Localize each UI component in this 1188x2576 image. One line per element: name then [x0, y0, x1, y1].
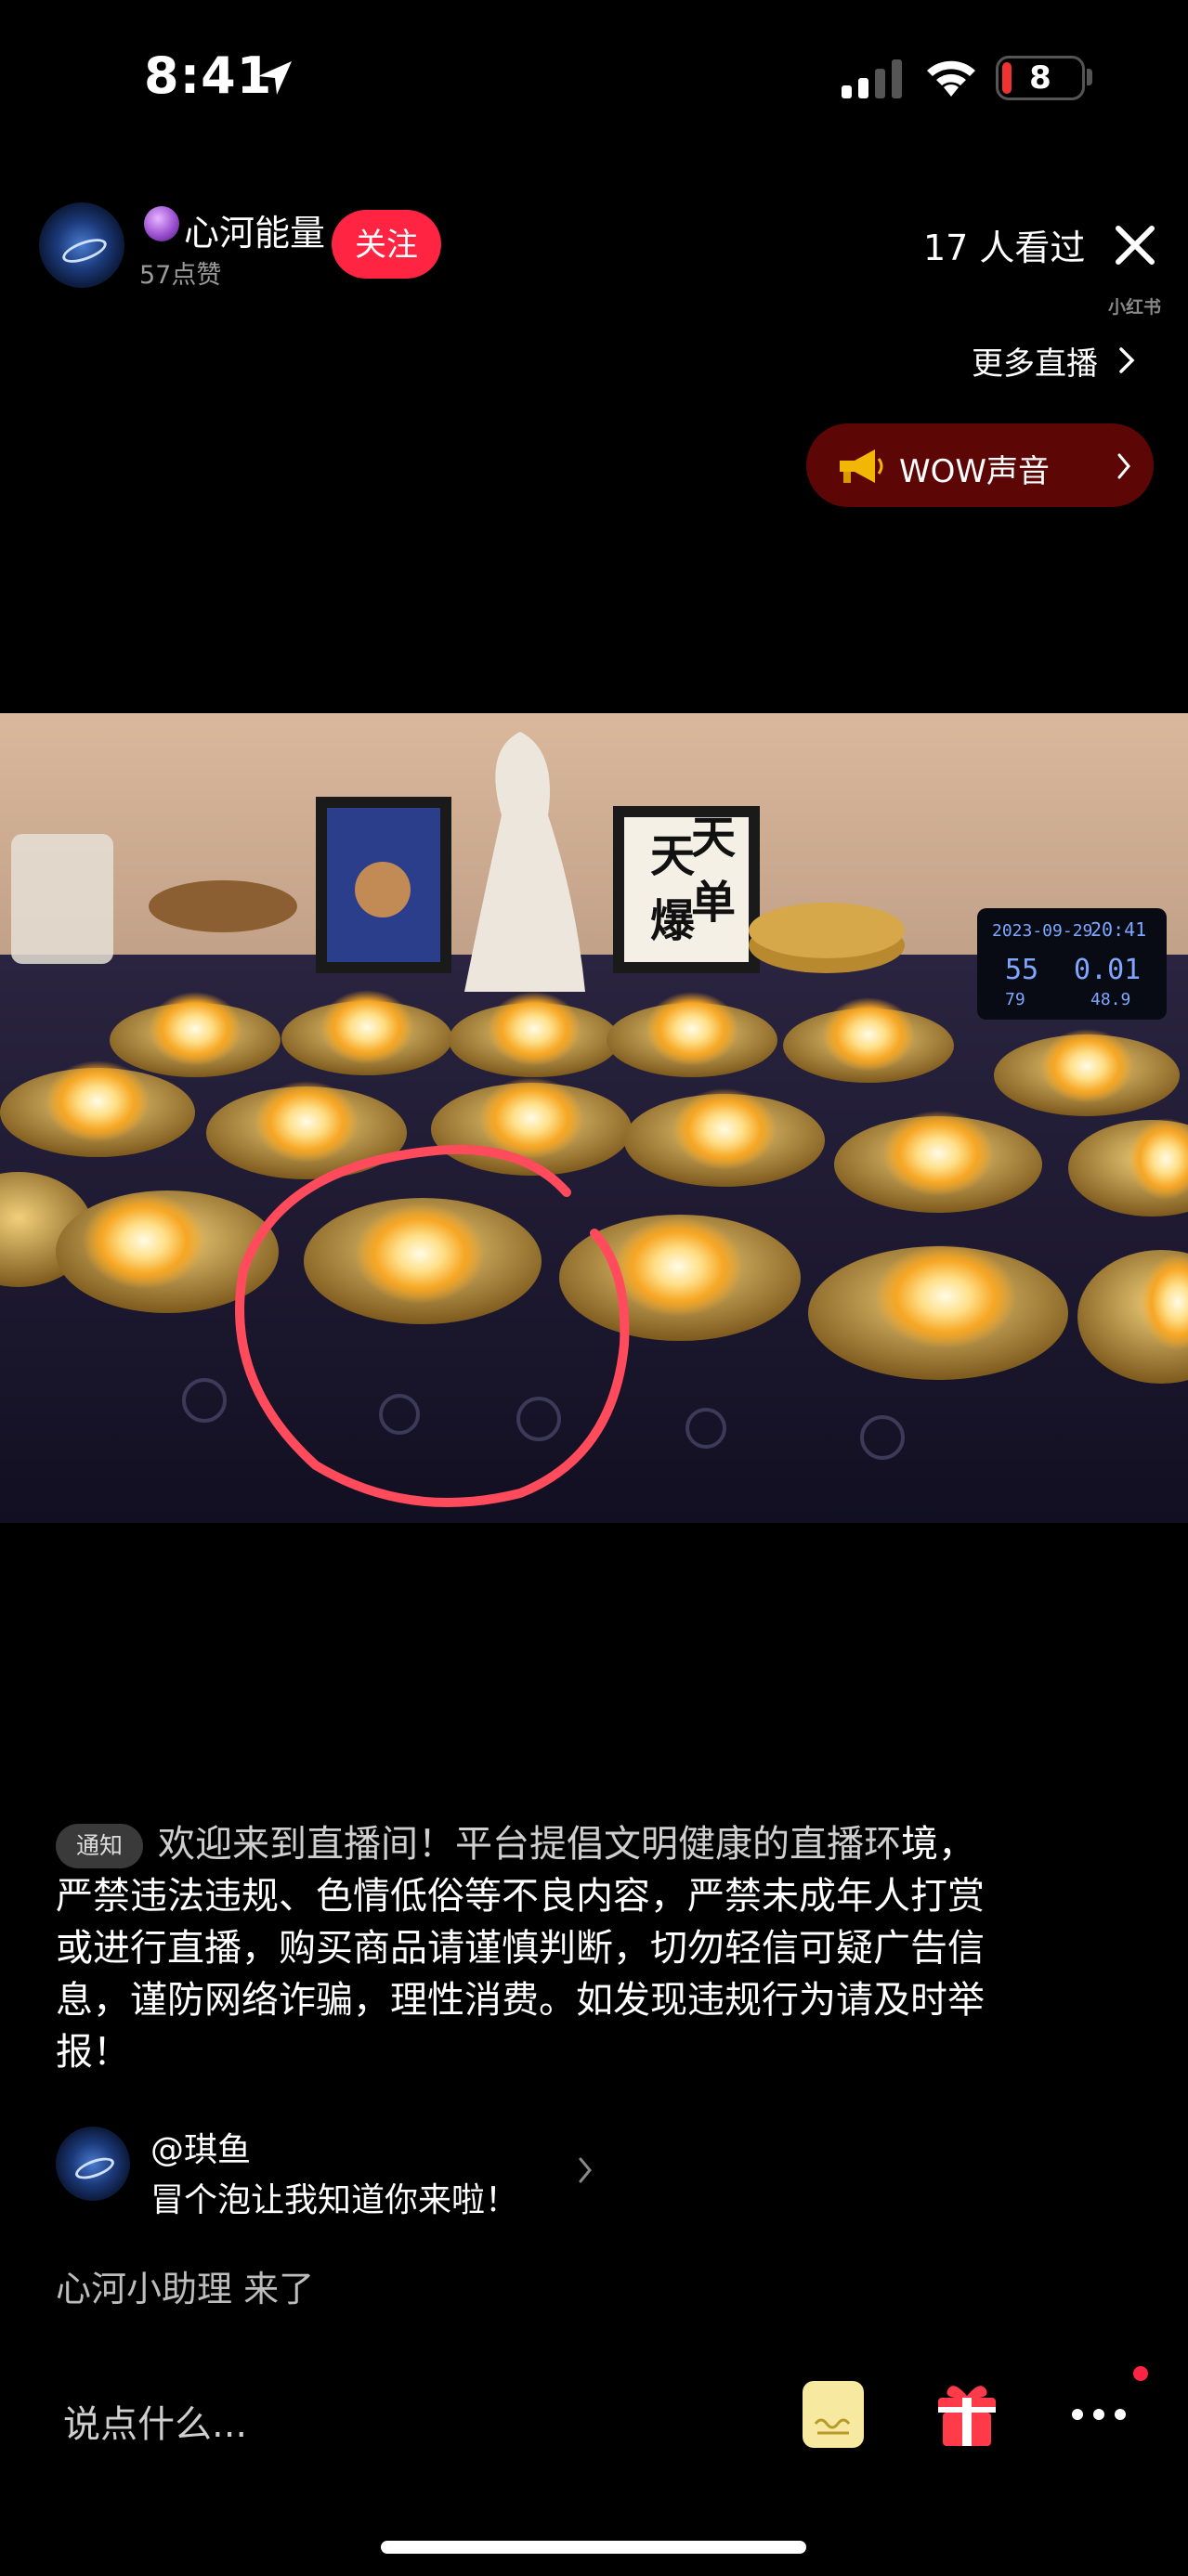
battery-nub — [1087, 69, 1092, 85]
frame-text-4: 单 — [691, 877, 736, 929]
message-mention[interactable]: @琪鱼 — [150, 2123, 251, 2171]
cellular-signal-icon — [842, 59, 902, 98]
megaphone-icon — [840, 449, 883, 483]
chevron-right-icon — [1117, 453, 1130, 479]
status-time: 8:41 — [144, 46, 273, 105]
live-video[interactable]: 天 天 爆 单 2023-09-29 20:41 55 0.01 79 48.9 — [0, 713, 1188, 1523]
watermark: 小红书 — [1108, 297, 1162, 318]
clock-time: 20:41 — [1090, 918, 1146, 941]
more-live-link[interactable]: 更多直播 — [972, 338, 1098, 384]
gift-icon[interactable] — [934, 2379, 999, 2448]
message-text: 冒个泡让我知道你来啦！ — [150, 2181, 519, 2219]
wifi-icon — [927, 60, 975, 97]
message-avatar[interactable] — [56, 2127, 130, 2201]
follow-button[interactable]: 关注 — [332, 210, 441, 279]
frame-text-2: 天 — [691, 812, 736, 864]
host-name[interactable]: 心河能量 — [184, 204, 325, 255]
system-notice: 欢迎来到直播间！平台提倡文明健康的直播环境，严禁违法违规、色情低俗等不良内容，严… — [56, 1818, 1003, 2078]
video-scene: 天 天 爆 单 2023-09-29 20:41 55 0.01 79 48.9 — [0, 713, 1188, 1523]
clock-sub1: 79 — [1005, 990, 1025, 1009]
notice-tag: 通知 — [56, 1824, 143, 1868]
chevron-right-icon[interactable] — [578, 2156, 593, 2184]
chevron-right-icon[interactable] — [1117, 345, 1136, 375]
product-note-icon[interactable] — [803, 2381, 864, 2448]
clock-temp: 55 — [1005, 954, 1038, 986]
host-likes: 57点赞 — [139, 261, 222, 290]
clock-date: 2023-09-29 — [992, 921, 1092, 941]
host-avatar[interactable] — [39, 202, 124, 288]
clock-value: 0.01 — [1074, 954, 1141, 986]
more-options-icon[interactable] — [1070, 2405, 1128, 2424]
wow-sound-label: WOW声音 — [899, 453, 1050, 490]
home-indicator[interactable] — [381, 2541, 806, 2554]
clock-sub2: 48.9 — [1090, 990, 1130, 1009]
battery-percent: 8 — [1029, 59, 1051, 97]
planet-ring — [59, 234, 110, 267]
viewer-count[interactable]: 17 人看过 — [923, 219, 1085, 270]
location-arrow-icon — [258, 61, 292, 95]
notification-dot — [1133, 2366, 1148, 2381]
close-icon[interactable] — [1113, 223, 1157, 267]
crystal-ball-icon — [144, 206, 179, 241]
frame-text-1: 天 — [650, 830, 695, 882]
notice-first-line: 欢迎来到直播间！平台提倡文明健康的直播环 — [158, 1823, 901, 1866]
comment-input[interactable]: 说点什么... — [63, 2394, 247, 2448]
planet-ring — [72, 2153, 117, 2183]
join-message: 心河小助理 来了 — [56, 2269, 315, 2309]
frame-text-3: 爆 — [650, 895, 696, 947]
